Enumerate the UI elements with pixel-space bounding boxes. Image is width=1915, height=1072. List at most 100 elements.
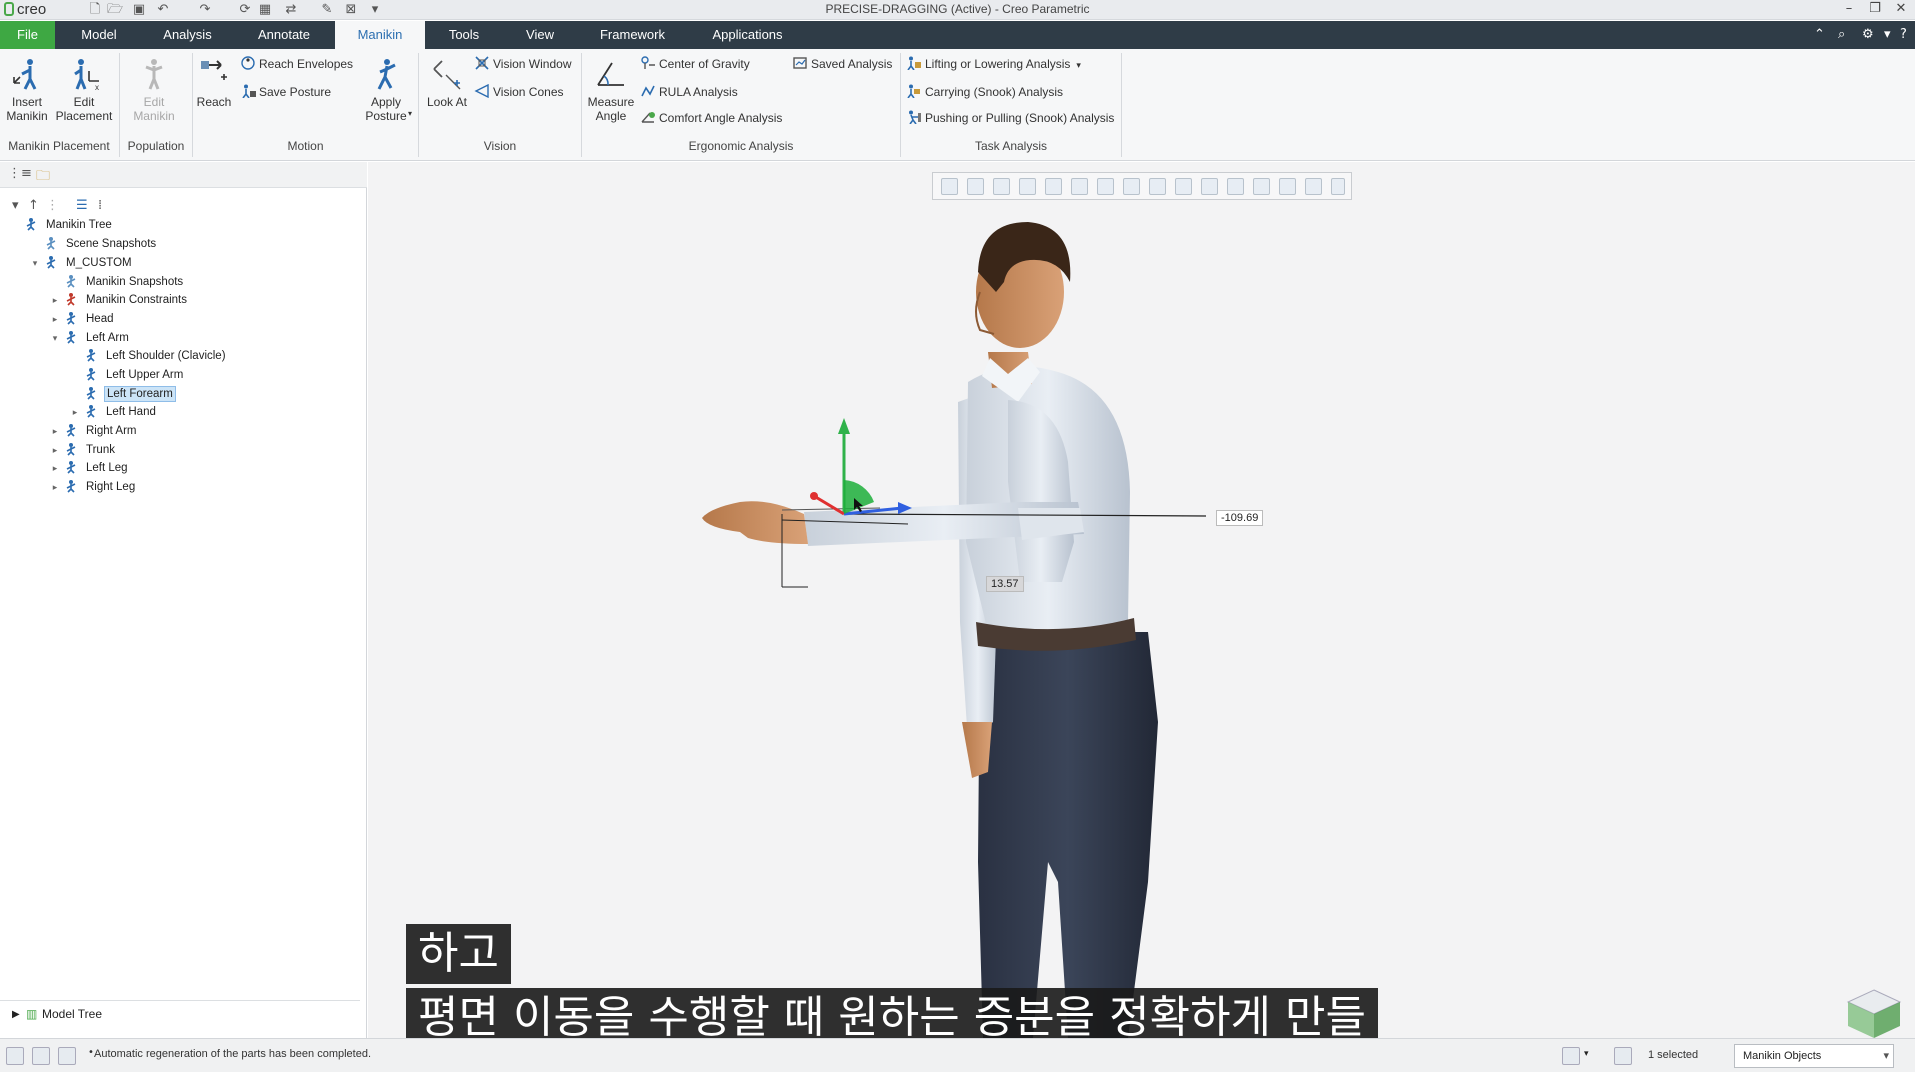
graphics-viewport[interactable]: -109.69 13.57 하고 평면 이동을 수행할 때 원하는 증분을 정확… xyxy=(368,162,1915,1048)
tree-item-head[interactable]: ▸ Head xyxy=(0,310,360,328)
tab-model[interactable]: Model xyxy=(70,21,128,49)
tree-item-label: Left Forearm xyxy=(104,386,176,402)
tab-view[interactable]: View xyxy=(515,21,565,49)
expand-toggle-icon[interactable]: ▾ xyxy=(30,254,40,272)
tree-item-manikin-tree[interactable]: Manikin Tree xyxy=(0,216,360,234)
tab-analysis[interactable]: Analysis xyxy=(150,21,225,49)
tree-columns-icon[interactable]: ☰ xyxy=(76,198,88,213)
restore-icon[interactable]: ❐ xyxy=(1864,1,1886,16)
expand-toggle-icon[interactable]: ▾ xyxy=(50,329,60,347)
expand-toggle-icon[interactable]: ▸ xyxy=(50,422,60,440)
vision-cones-button[interactable]: Vision Cones xyxy=(474,83,564,101)
tree-item-scene-snapshots[interactable]: Scene Snapshots xyxy=(0,235,360,253)
apply-posture-dropdown-icon[interactable]: ▾ xyxy=(408,107,412,121)
dropdown-icon[interactable]: ▾ xyxy=(1884,27,1891,42)
search-icon[interactable]: ⌕ xyxy=(1838,27,1845,42)
minimize-icon[interactable]: – xyxy=(1838,1,1860,16)
tree-item-right-arm[interactable]: ▸ Right Arm xyxy=(0,422,360,440)
group-label-manikin-placement: Manikin Placement xyxy=(8,139,110,153)
settings-icon[interactable]: ⚙ xyxy=(1862,27,1874,42)
expand-toggle-icon[interactable]: ▸ xyxy=(50,459,60,477)
tab-annotate[interactable]: Annotate xyxy=(245,21,323,49)
tree-item-left-arm[interactable]: ▾ Left Arm xyxy=(0,329,360,347)
edit-manikin-button[interactable]: Edit Manikin xyxy=(128,57,180,123)
tree-item-label: Manikin Tree xyxy=(46,219,112,231)
tab-manikin[interactable]: Manikin xyxy=(335,21,425,49)
show-navigator-icon[interactable] xyxy=(6,1047,24,1065)
tab-applications[interactable]: Applications xyxy=(700,21,795,49)
pushing-icon xyxy=(909,110,921,124)
reach-envelopes-button[interactable]: Reach Envelopes xyxy=(240,55,353,73)
tree-item-label: Head xyxy=(86,313,114,325)
pushing-pulling-analysis-button[interactable]: Pushing or Pulling (Snook) Analysis xyxy=(906,109,1114,127)
reach-button[interactable]: Reach xyxy=(196,57,232,109)
lifting-dropdown-icon[interactable]: ▾ xyxy=(1076,60,1081,70)
tree-item-left-hand[interactable]: ▸ Left Hand xyxy=(0,403,360,421)
tree-node-icon xyxy=(44,255,60,271)
tree-item-left-leg[interactable]: ▸ Left Leg xyxy=(0,459,360,477)
carrying-analysis-button[interactable]: Carrying (Snook) Analysis xyxy=(906,83,1063,101)
collapse-ribbon-icon[interactable]: ⌃ xyxy=(1814,27,1825,42)
edit-placement-button[interactable]: x Edit Placement xyxy=(54,57,114,123)
find-dropdown-icon[interactable]: ▾ xyxy=(1584,1049,1589,1059)
find-icon[interactable] xyxy=(1562,1047,1580,1065)
tab-tools[interactable]: Tools xyxy=(440,21,488,49)
selection-filter-dropdown[interactable]: Manikin Objects xyxy=(1734,1044,1894,1068)
tree-item-left-upper-arm[interactable]: Left Upper Arm xyxy=(0,366,360,384)
save-posture-button[interactable]: Save Posture xyxy=(240,83,331,101)
apply-posture-button[interactable]: Apply Posture ▾ xyxy=(358,57,414,123)
ribbon: Insert Manikin x Edit Placement Manikin … xyxy=(0,49,1915,161)
vision-window-icon xyxy=(475,56,489,70)
group-separator xyxy=(1121,53,1122,157)
vision-cones-icon xyxy=(474,84,489,98)
group-label-population: Population xyxy=(127,139,185,153)
expand-collapse-icon[interactable]: ▾ xyxy=(12,198,19,213)
lifting-lowering-analysis-button[interactable]: Lifting or Lowering Analysis ▾ xyxy=(906,55,1081,73)
expand-toggle-icon[interactable]: ▸ xyxy=(50,310,60,328)
vertical-dimension-label[interactable]: 13.57 xyxy=(986,576,1024,592)
expand-toggle-icon[interactable]: ▸ xyxy=(70,403,80,421)
vision-window-button[interactable]: Vision Window xyxy=(474,55,571,73)
tree-up-icon[interactable]: ↑ xyxy=(28,198,39,213)
tree-item-left-forearm[interactable]: Left Forearm xyxy=(0,385,360,403)
expand-toggle-icon[interactable]: ▸ xyxy=(50,291,60,309)
help-icon[interactable]: ? xyxy=(1900,27,1907,42)
horizontal-dimension-label[interactable]: -109.69 xyxy=(1216,510,1264,526)
tree-item-trunk[interactable]: ▸ Trunk xyxy=(0,441,360,459)
tree-item-label: Left Upper Arm xyxy=(106,369,184,381)
close-icon[interactable]: ✕ xyxy=(1890,1,1912,16)
selection-list-icon[interactable] xyxy=(1614,1047,1632,1065)
tab-file[interactable]: File xyxy=(0,21,55,49)
tree-node-icon xyxy=(84,404,100,420)
look-at-button[interactable]: Look At xyxy=(422,57,472,109)
full-screen-icon[interactable] xyxy=(58,1047,76,1065)
folder-tab-icon[interactable]: 🗀 xyxy=(36,165,50,189)
manikin-model[interactable] xyxy=(368,162,1915,1038)
tab-framework[interactable]: Framework xyxy=(590,21,675,49)
tree-settings-icon[interactable]: ⁞ xyxy=(98,198,102,213)
comfort-angle-analysis-button[interactable]: Comfort Angle Analysis xyxy=(640,109,782,127)
center-of-gravity-button[interactable]: Center of Gravity xyxy=(640,55,750,73)
insert-manikin-button[interactable]: Insert Manikin xyxy=(4,57,50,123)
tree-item-manikin-snapshots[interactable]: Manikin Snapshots xyxy=(0,273,360,291)
show-browser-icon[interactable] xyxy=(32,1047,50,1065)
expand-toggle-icon[interactable]: ▸ xyxy=(50,441,60,459)
expand-model-tree-icon[interactable]: ▶ xyxy=(12,1009,20,1020)
cube-watermark-icon xyxy=(1846,989,1902,1038)
tree-item-m-custom[interactable]: ▾ M_CUSTOM xyxy=(0,254,360,272)
tree-item-right-leg[interactable]: ▸ Right Leg xyxy=(0,478,360,496)
tree-item-left-shoulder[interactable]: Left Shoulder (Clavicle) xyxy=(0,347,360,365)
model-tree-header[interactable]: ▶ ▥ Model Tree xyxy=(0,1000,360,1028)
tree-node-icon xyxy=(84,386,100,402)
measure-angle-button[interactable]: Measure Angle xyxy=(585,57,637,123)
tree-item-label: Right Arm xyxy=(86,425,137,437)
tree-item-manikin-constraints[interactable]: ▸ Manikin Constraints xyxy=(0,291,360,309)
expand-toggle-icon[interactable]: ▸ xyxy=(50,478,60,496)
tree-node-icon xyxy=(44,236,60,252)
saved-analysis-button[interactable]: Saved Analysis xyxy=(792,55,892,73)
saved-analysis-icon xyxy=(793,57,807,69)
tree-tab-icon[interactable]: ⋮≡ xyxy=(8,166,32,181)
rula-analysis-button[interactable]: RULA Analysis xyxy=(640,83,738,101)
comfort-angle-icon xyxy=(641,112,655,123)
window-title: PRECISE-DRAGGING (Active) - Creo Paramet… xyxy=(825,2,1090,16)
